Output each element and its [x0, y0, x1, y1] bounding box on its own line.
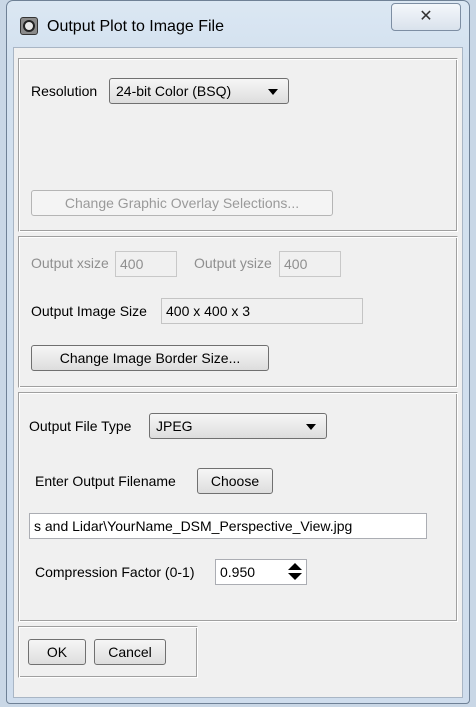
- chevron-down-icon: [268, 89, 278, 95]
- output-size-group: Output xsize 400 Output ysize 400 Output…: [18, 236, 458, 388]
- file-type-dropdown[interactable]: JPEG: [149, 413, 327, 439]
- compression-value: 0.950: [220, 564, 256, 580]
- xsize-label: Output xsize: [31, 255, 109, 271]
- change-overlay-button[interactable]: Change Graphic Overlay Selections...: [31, 190, 333, 216]
- compression-label: Compression Factor (0-1): [35, 564, 195, 580]
- chevron-down-icon: [306, 424, 316, 430]
- resolution-dropdown[interactable]: 24-bit Color (BSQ): [109, 78, 289, 104]
- image-size-label: Output Image Size: [31, 303, 147, 319]
- file-type-selected: JPEG: [156, 418, 193, 434]
- file-type-label: Output File Type: [29, 418, 132, 434]
- choose-button[interactable]: Choose: [197, 468, 273, 494]
- ok-button[interactable]: OK: [28, 639, 86, 665]
- dialog-body: Resolution 24-bit Color (BSQ) Change Gra…: [13, 47, 463, 698]
- footer-group: OK Cancel: [18, 626, 198, 678]
- output-file-group: Output File Type JPEG Enter Output Filen…: [18, 392, 458, 622]
- spinner-arrows-icon[interactable]: [288, 563, 302, 581]
- filename-label: Enter Output Filename: [35, 473, 176, 489]
- change-border-button[interactable]: Change Image Border Size...: [31, 345, 269, 371]
- resolution-label: Resolution: [31, 83, 98, 99]
- filename-input[interactable]: s and Lidar\YourName_DSM_Perspective_Vie…: [29, 513, 427, 539]
- resolution-selected: 24-bit Color (BSQ): [116, 83, 232, 99]
- xsize-field[interactable]: 400: [115, 251, 177, 277]
- ysize-field[interactable]: 400: [279, 251, 341, 277]
- app-icon: [20, 17, 38, 35]
- image-size-field: 400 x 400 x 3: [161, 298, 363, 324]
- close-icon: ✕: [419, 8, 433, 25]
- window-title: Output Plot to Image File: [47, 18, 224, 35]
- cancel-button[interactable]: Cancel: [94, 639, 166, 665]
- ysize-label: Output ysize: [194, 255, 272, 271]
- resolution-group: Resolution 24-bit Color (BSQ) Change Gra…: [18, 58, 458, 232]
- close-button[interactable]: ✕: [391, 3, 461, 31]
- compression-spinner[interactable]: 0.950: [215, 559, 307, 585]
- title-bar[interactable]: Output Plot to Image File ✕: [7, 1, 469, 49]
- dialog-window: Output Plot to Image File ✕ Resolution 2…: [6, 0, 470, 704]
